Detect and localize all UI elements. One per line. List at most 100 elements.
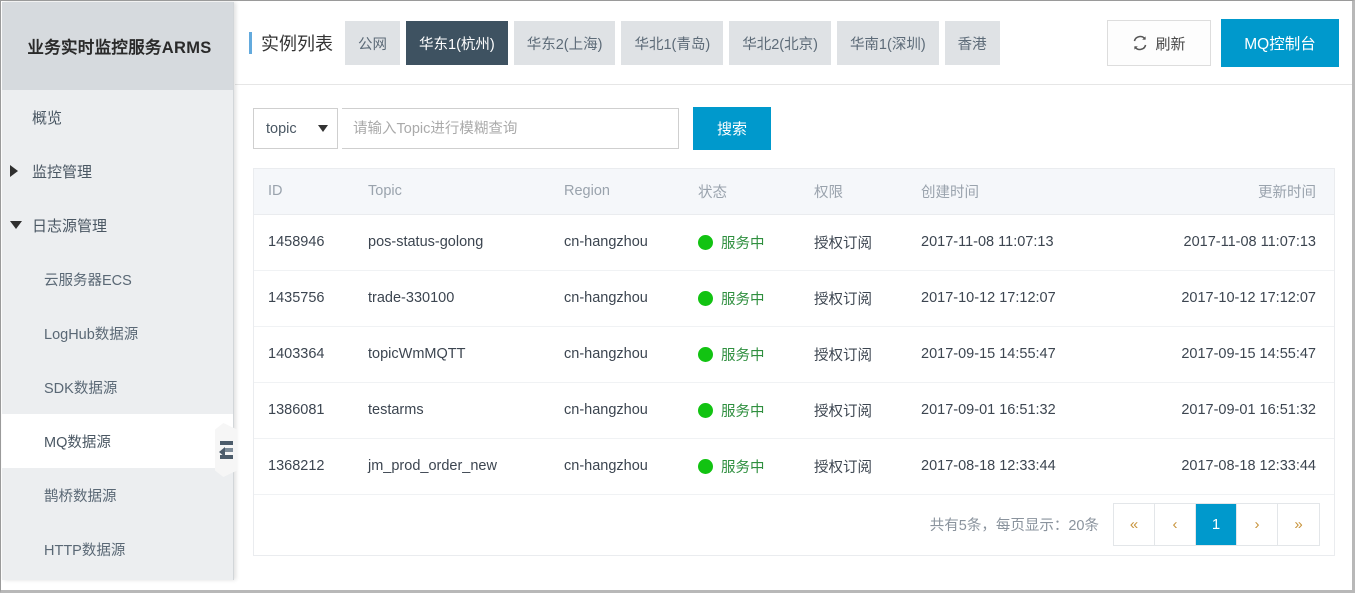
cell-status: 服务中	[684, 214, 800, 271]
refresh-icon	[1132, 35, 1148, 51]
sidebar-item-0[interactable]: 概览	[2, 90, 233, 144]
search-type-select[interactable]: topic	[253, 108, 338, 149]
status-dot-icon	[698, 346, 713, 362]
cell-region: cn-hangzhou	[550, 382, 684, 439]
prev-page[interactable]: ‹	[1155, 504, 1196, 545]
product-title: 业务实时监控服务ARMS	[27, 39, 212, 57]
region-tab-5[interactable]: 华南1(深圳)	[836, 21, 939, 65]
cell-region: cn-hangzhou	[550, 214, 684, 271]
status-label: 服务中	[721, 291, 765, 308]
sidebar-item-6[interactable]: MQ数据源	[2, 414, 233, 468]
chevron-right-icon	[10, 165, 18, 177]
cell-created: 2017-09-15 14:55:47	[907, 326, 1108, 383]
cell-permission: 授权订阅	[800, 438, 908, 495]
status-badge: 服务中	[698, 456, 800, 477]
sidebar-item-2[interactable]: 日志源管理	[2, 198, 233, 252]
sidebar-item-label: 日志源管理	[32, 217, 108, 235]
region-tab-label: 华东2(上海)	[526, 36, 603, 53]
top-bar: 实例列表 公网 华东1(杭州) 华东2(上海) 华北1(青岛) 华北2(北京) 华南1(深…	[235, 2, 1352, 85]
application-window: 业务实时监控服务ARMS 概览监控管理日志源管理云服务器ECS LogHub数据源…	[0, 0, 1355, 593]
cell-updated: 2017-09-01 16:51:32	[1107, 382, 1334, 439]
content-area: topic 搜索 IDTopicRegion状态权限创建时间更新时间 14589…	[235, 85, 1352, 556]
region-tab-3[interactable]: 华北1(青岛)	[621, 21, 724, 65]
cell-permission: 授权订阅	[800, 270, 908, 327]
table-footer: 共有5条，每页显示：20条 «‹ 1 ›»	[254, 495, 1334, 555]
table-row[interactable]: 1435756 trade-330100 cn-hangzhou 服务中 授权订阅 201…	[254, 270, 1334, 327]
sidebar-item-1[interactable]: 监控管理	[2, 144, 233, 198]
column-header-permission: 权限	[800, 169, 908, 215]
refresh-button-label: 刷新	[1155, 35, 1186, 53]
cell-updated: 2017-09-15 14:55:47	[1107, 326, 1334, 383]
column-header-created: 创建时间	[907, 169, 1108, 215]
region-tab-label: 香港	[957, 36, 987, 53]
cell-status: 服务中	[684, 382, 800, 439]
instance-table: ID Topic Region 状态 权限 创建时间 更新时间 1458946 pos-sta…	[254, 169, 1334, 495]
table-row[interactable]: 1403364 topicWmMQTT cn-hangzhou 服务中 授权订阅 2017…	[254, 326, 1334, 383]
cell-region: cn-hangzhou	[550, 270, 684, 327]
region-tab-6[interactable]: 香港	[944, 21, 1000, 65]
cell-updated: 2017-10-12 17:12:07	[1107, 270, 1334, 327]
sidebar-item-4[interactable]: LogHub数据源	[2, 306, 233, 360]
status-badge: 服务中	[698, 288, 800, 309]
cell-updated: 2017-11-08 11:07:13	[1107, 214, 1334, 271]
region-tab-4[interactable]: 华北2(北京)	[729, 21, 831, 65]
cell-id: 1435756	[254, 270, 354, 327]
cell-topic: trade-330100	[354, 270, 550, 327]
region-tab-label: 公网	[358, 36, 387, 53]
sidebar-item-5[interactable]: SDK数据源	[2, 360, 233, 414]
refresh-button[interactable]: 刷新	[1107, 20, 1211, 66]
status-dot-icon	[698, 402, 713, 418]
sidebar-nav: 概览监控管理日志源管理云服务器ECS LogHub数据源 SDK数据源 MQ数据源鹊桥…	[2, 90, 233, 576]
cell-status: 服务中	[684, 438, 800, 495]
sidebar-item-label: LogHub数据源	[44, 326, 139, 343]
title-accent-bar	[249, 32, 252, 54]
cell-created: 2017-11-08 11:07:13	[907, 214, 1108, 271]
column-header-updated: 更新时间	[1107, 169, 1334, 215]
mq-console-button[interactable]: MQ控制台	[1221, 19, 1339, 67]
pagination: «‹ 1 ›»	[1113, 503, 1320, 546]
page-title: 实例列表	[261, 34, 333, 54]
cell-topic: topicWmMQTT	[354, 326, 550, 383]
region-tab-label: 华东1(杭州)	[419, 36, 495, 53]
table-row[interactable]: 1458946 pos-status-golong cn-hangzhou 服务中 授权…	[254, 214, 1334, 271]
last-page[interactable]: »	[1278, 504, 1319, 545]
status-label: 服务中	[721, 459, 765, 476]
region-tab-1[interactable]: 华东1(杭州)	[406, 21, 508, 65]
search-input[interactable]	[342, 108, 679, 149]
sidebar-item-8[interactable]: HTTP数据源	[2, 522, 233, 576]
region-tab-label: 华北2(北京)	[742, 36, 818, 53]
table-body: 1458946 pos-status-golong cn-hangzhou 服务中 授权…	[254, 214, 1334, 495]
region-tab-label: 华北1(青岛)	[634, 36, 711, 53]
cell-created: 2017-08-18 12:33:44	[907, 438, 1108, 495]
next-page[interactable]: ›	[1237, 504, 1278, 545]
status-badge: 服务中	[698, 344, 800, 365]
region-tab-0[interactable]: 公网	[345, 21, 400, 65]
page-1[interactable]: 1	[1196, 504, 1237, 545]
instance-table-card: ID Topic Region 状态 权限 创建时间 更新时间 1458946 pos-sta…	[253, 168, 1335, 556]
search-type-value: topic	[266, 120, 297, 137]
status-badge: 服务中	[698, 400, 800, 421]
search-button[interactable]: 搜索	[693, 107, 771, 150]
cell-permission: 授权订阅	[800, 382, 908, 439]
sidebar-item-3[interactable]: 云服务器ECS	[2, 252, 233, 306]
status-dot-icon	[698, 234, 713, 250]
table-row[interactable]: 1368212 jm_prod_order_new cn-hangzhou 服务中 授权…	[254, 438, 1334, 495]
sidebar-item-label: 鹊桥数据源	[44, 488, 117, 505]
cell-permission: 授权订阅	[800, 326, 908, 383]
column-header-region: Region	[550, 169, 684, 215]
main-area: 实例列表 公网 华东1(杭州) 华东2(上海) 华北1(青岛) 华北2(北京) 华南1(深…	[235, 2, 1352, 580]
cell-status: 服务中	[684, 326, 800, 383]
search-bar: topic 搜索	[253, 107, 1335, 150]
first-page[interactable]: «	[1114, 504, 1155, 545]
sidebar-item-label: 监控管理	[32, 163, 93, 181]
sidebar-item-label: HTTP数据源	[44, 542, 126, 559]
region-tab-label: 华南1(深圳)	[849, 36, 926, 53]
sidebar-collapse-handle[interactable]	[215, 423, 237, 477]
sidebar-item-label: 云服务器ECS	[44, 272, 132, 289]
sidebar-item-7[interactable]: 鹊桥数据源	[2, 468, 233, 522]
cell-topic: testarms	[354, 382, 550, 439]
status-label: 服务中	[721, 347, 765, 364]
region-tab-2[interactable]: 华东2(上海)	[513, 21, 616, 65]
region-tab-list: 公网 华东1(杭州) 华东2(上海) 华北1(青岛) 华北2(北京) 华南1(深圳) 香港	[345, 21, 1006, 65]
table-row[interactable]: 1386081 testarms cn-hangzhou 服务中 授权订阅 2017-09…	[254, 382, 1334, 439]
